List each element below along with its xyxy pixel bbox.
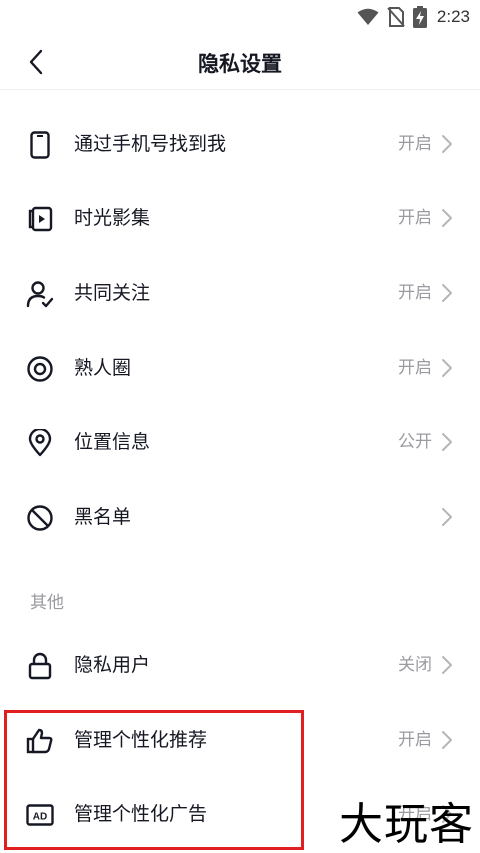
setting-label: 隐私用户 — [74, 654, 151, 676]
battery-charging-icon — [412, 6, 427, 28]
chevron-right-icon — [442, 284, 452, 302]
chevron-right-icon — [442, 656, 452, 674]
chevron-right-icon — [442, 508, 452, 526]
setting-value: 开启 — [398, 730, 432, 750]
status-icons: 2:23 — [357, 6, 470, 28]
setting-row-acquaintance-circle[interactable]: 熟人圈 开启 — [0, 331, 480, 405]
wifi-icon — [357, 8, 379, 25]
chevron-right-icon — [442, 135, 452, 153]
svg-text:AD: AD — [33, 812, 47, 823]
no-sim-icon — [387, 7, 405, 27]
nav-bar: 隐私设置 — [0, 34, 480, 90]
section-title-other: 其他 — [30, 593, 64, 613]
setting-row-location[interactable]: 位置信息 公开 — [0, 405, 480, 479]
setting-label: 位置信息 — [74, 431, 151, 453]
setting-label: 时光影集 — [74, 207, 151, 229]
setting-label: 黑名单 — [74, 506, 132, 528]
setting-row-blacklist[interactable]: 黑名单 — [0, 480, 480, 554]
chevron-right-icon — [442, 731, 452, 749]
page-title: 隐私设置 — [198, 52, 282, 76]
setting-row-personalized-recommendation[interactable]: 管理个性化推荐 开启 — [0, 703, 480, 777]
chevron-right-icon — [442, 209, 452, 227]
phone-icon — [30, 131, 50, 159]
setting-label: 熟人圈 — [74, 357, 132, 379]
setting-value: 开启 — [398, 358, 432, 378]
setting-row-photo-album[interactable]: 时光影集 开启 — [0, 181, 480, 255]
mutual-follow-icon — [26, 281, 54, 308]
setting-value: 关闭 — [398, 655, 432, 675]
lock-icon — [28, 652, 52, 680]
setting-value: 开启 — [398, 134, 432, 154]
setting-row-find-by-phone[interactable]: 通过手机号找到我 开启 — [0, 107, 480, 181]
chevron-right-icon — [442, 433, 452, 451]
setting-label: 管理个性化广告 — [74, 803, 208, 825]
setting-label: 共同关注 — [74, 282, 151, 304]
circle-icon — [27, 356, 53, 382]
thumbs-up-icon — [26, 728, 53, 754]
ad-icon: AD — [26, 804, 54, 826]
block-icon — [27, 505, 53, 531]
setting-row-private-user[interactable]: 隐私用户 关闭 — [0, 628, 480, 702]
chevron-right-icon — [442, 359, 452, 377]
setting-label: 管理个性化推荐 — [74, 729, 208, 751]
setting-value: 公开 — [398, 432, 432, 452]
watermark: 大玩客 — [339, 799, 474, 850]
setting-row-mutual-follow[interactable]: 共同关注 开启 — [0, 256, 480, 330]
setting-label: 通过手机号找到我 — [74, 133, 227, 155]
setting-value: 开启 — [398, 208, 432, 228]
status-bar: 2:23 — [0, 0, 480, 34]
photo-album-icon — [28, 206, 53, 232]
location-pin-icon — [28, 429, 52, 457]
status-time: 2:23 — [436, 7, 470, 26]
setting-value: 开启 — [398, 283, 432, 303]
